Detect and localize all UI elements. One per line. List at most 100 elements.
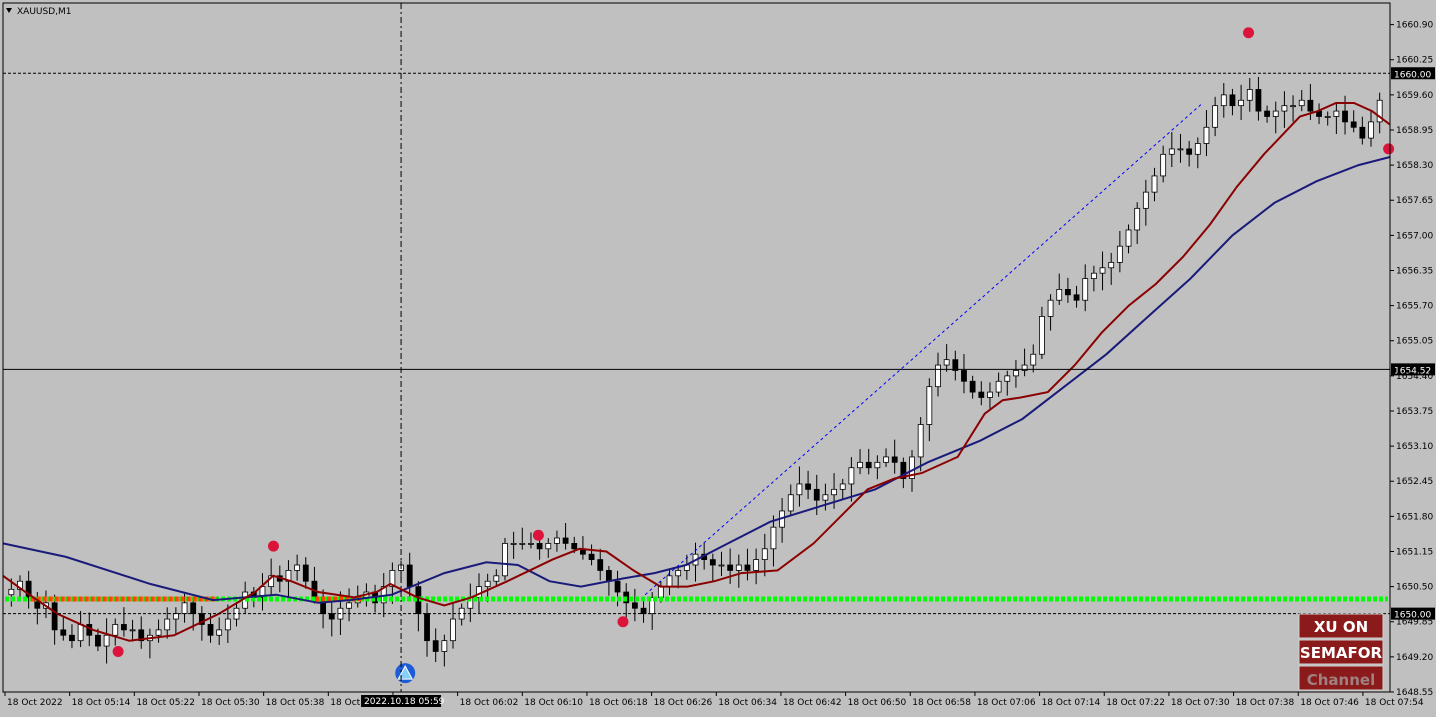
y-tick-label: 1649.85 (1396, 618, 1433, 628)
semafor-dot-high (1243, 27, 1255, 39)
candle-body (328, 613, 335, 620)
candle-body (545, 542, 552, 550)
candle-body (848, 467, 855, 485)
y-tick-label: 1654.40 (1396, 372, 1433, 382)
candle-body (839, 483, 846, 490)
x-tick-label: 18 Oct 06:42 (783, 698, 842, 708)
candle-body (112, 624, 119, 636)
candle-body (1168, 148, 1175, 155)
x-tick-label: 18 Oct 05:14 (72, 698, 131, 708)
semafor-dot-high (267, 540, 279, 552)
y-tick-label: 1657.65 (1396, 196, 1433, 206)
candle-body (502, 542, 508, 577)
y-tick-label: 1649.20 (1396, 653, 1433, 663)
candle-body (484, 580, 491, 588)
candle-body (952, 359, 959, 371)
candle-body (562, 537, 569, 544)
semafor-dot-high (532, 529, 544, 541)
candle-body (155, 629, 162, 636)
x-tick-label: 18 Oct 06:58 (912, 698, 971, 708)
x-tick-label: 18 Oct 07:06 (977, 698, 1036, 708)
y-tick-label: 1658.95 (1396, 126, 1433, 136)
candle-body (121, 624, 127, 631)
badge-channel-text: Channel (1307, 671, 1375, 689)
candle-body (1298, 99, 1305, 107)
candle-body (1290, 105, 1296, 108)
candle-body (831, 488, 837, 496)
candle-body (787, 494, 794, 512)
candle-body (450, 618, 456, 642)
candle-body (8, 588, 15, 596)
x-tick-label: 18 Oct 05:38 (266, 698, 325, 708)
candle-body (995, 380, 1002, 393)
candle-body (735, 564, 742, 571)
candle-body (406, 564, 413, 588)
candle-body (1064, 289, 1071, 296)
candle-body (1229, 94, 1236, 107)
candle-body (181, 602, 188, 615)
symbol-label[interactable]: XAUUSD,M1 (17, 7, 72, 17)
x-tick-label: 18 Oct 06:50 (848, 698, 907, 708)
candle-body (987, 391, 993, 398)
candle-body (805, 483, 811, 490)
candle-body (1264, 110, 1270, 117)
candle-body (510, 542, 517, 545)
x-tick-label: 18 Oct 07:54 (1365, 698, 1424, 708)
candle-body (1324, 116, 1331, 118)
candle-body (51, 602, 58, 631)
candle-body (1116, 245, 1123, 263)
candle-body (60, 629, 67, 636)
y-tick-label: 1657.00 (1396, 231, 1433, 241)
candle-body (969, 380, 976, 393)
price-chart[interactable]: 1660.001654.521650.001660.901660.251659.… (0, 0, 1436, 713)
y-tick-label: 1660.25 (1396, 56, 1433, 66)
candle-body (640, 607, 647, 615)
candle-body (302, 564, 309, 582)
candle-body (874, 461, 881, 469)
candle-body (1220, 94, 1227, 107)
candle-body (709, 559, 716, 566)
x-tick-label: 18 Oct 05:30 (201, 698, 260, 708)
candle-body (1177, 148, 1184, 151)
y-tick-label: 1653.75 (1396, 407, 1433, 417)
y-tick-label: 1653.10 (1396, 442, 1433, 452)
candle-body (1281, 105, 1288, 112)
candle-body (657, 586, 664, 598)
candle-body (1047, 299, 1054, 317)
candle-body (770, 526, 777, 550)
candle-body (1039, 316, 1045, 355)
candle-body (1082, 278, 1089, 301)
candle-body (1255, 89, 1262, 112)
chart-window[interactable]: 1660.00 1654.52 1650.00 1660.90 1660.25 1659.… (0, 0, 1436, 713)
candle-body (935, 364, 941, 388)
candle-body (666, 575, 673, 588)
candle-body (216, 629, 223, 636)
semafor-dot-low (1383, 143, 1395, 155)
candle-body (294, 564, 301, 571)
candle-body (1307, 99, 1314, 112)
candle-body (614, 580, 621, 593)
badge-semafor-text: SEMAFOR (1300, 644, 1383, 662)
candle-body (961, 370, 967, 382)
candle-body (1108, 261, 1115, 269)
candle-body (1350, 121, 1357, 128)
crosshair-time-label: 2022.10.18 05:59 (364, 697, 445, 707)
x-tick-label: 18 Oct 07:30 (1171, 698, 1230, 708)
y-tick-label: 1652.45 (1396, 477, 1433, 487)
candle-body (554, 537, 560, 544)
y-tick-label: 1655.70 (1396, 302, 1433, 312)
candle-body (1004, 375, 1011, 382)
x-tick-label: 18 Oct 06:02 (460, 698, 519, 708)
candle-body (883, 456, 889, 463)
candle-body (1125, 229, 1132, 247)
candle-body (1246, 89, 1253, 101)
candle-body (164, 618, 171, 631)
candle-body (571, 542, 578, 550)
candle-body (1151, 175, 1158, 193)
candle-body (346, 602, 352, 609)
candle-body (1030, 353, 1037, 366)
candle-body (1134, 207, 1141, 231)
candle-body (813, 488, 820, 501)
candle-body (1160, 153, 1167, 177)
candle-body (727, 564, 734, 571)
